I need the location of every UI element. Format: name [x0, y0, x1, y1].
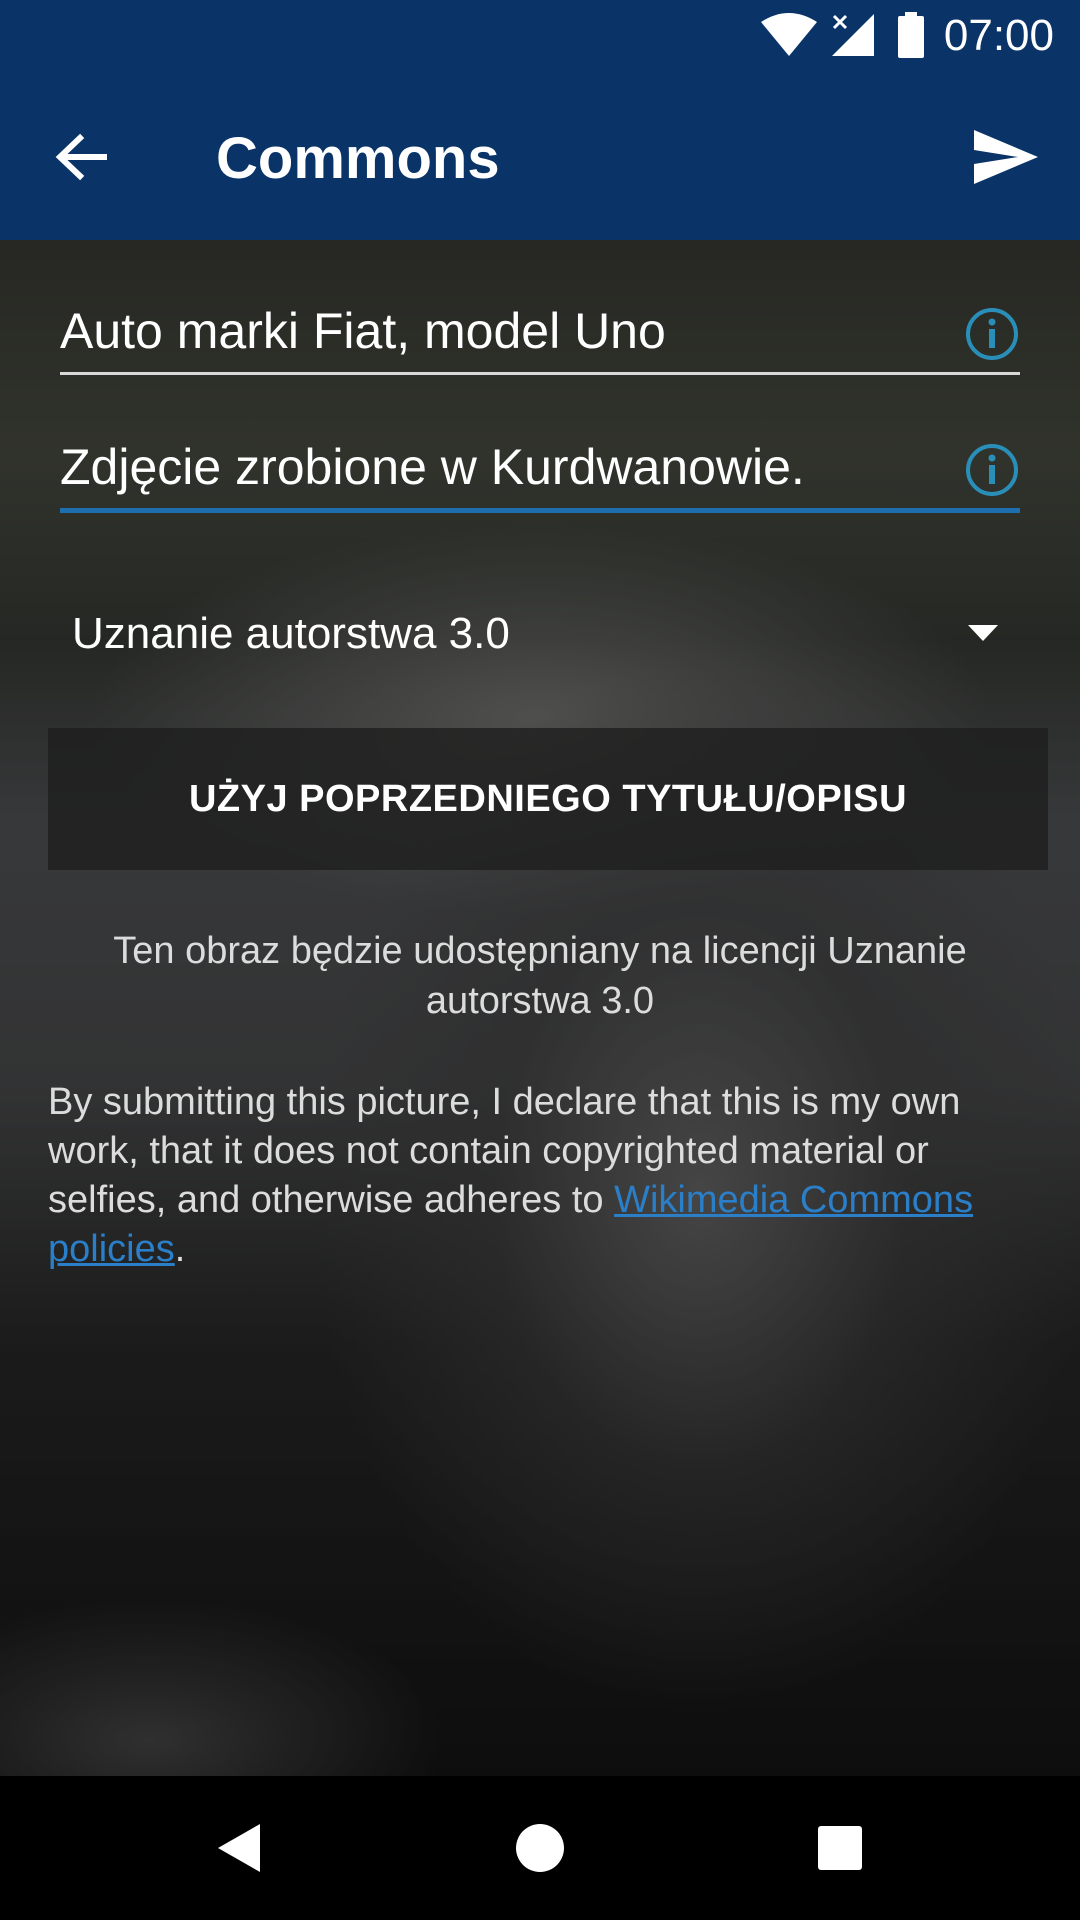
page-title: Commons — [216, 126, 500, 191]
arrow-back-icon[interactable] — [38, 112, 128, 202]
status-bar: 07:00 — [0, 0, 1080, 72]
nav-back-icon[interactable] — [204, 1812, 276, 1884]
description-input[interactable]: Zdjęcie zrobione w Kurdwanowie. — [60, 436, 805, 498]
info-icon[interactable] — [964, 442, 1020, 498]
dropdown-arrow-icon — [968, 625, 998, 641]
declaration-text: By submitting this picture, I declare th… — [48, 1078, 1008, 1274]
license-dropdown[interactable]: Uznanie autorstwa 3.0 — [60, 600, 1000, 670]
screen: 07:00 Commons Auto marki Fiat, model Uno… — [0, 0, 1080, 1920]
use-previous-title-button[interactable]: UŻYJ POPRZEDNIEGO TYTUŁU/OPISU — [48, 728, 1048, 870]
title-underline — [60, 372, 1020, 375]
description-field[interactable]: Zdjęcie zrobione w Kurdwanowie. — [60, 436, 1020, 516]
wifi-icon — [761, 13, 817, 56]
info-icon[interactable] — [964, 306, 1020, 362]
declaration-end: . — [174, 1228, 186, 1270]
title-field[interactable]: Auto marki Fiat, model Uno — [60, 300, 1020, 380]
title-input[interactable]: Auto marki Fiat, model Uno — [60, 300, 666, 362]
description-underline — [60, 508, 1020, 513]
signal-no-data-icon — [832, 14, 874, 56]
nav-recents-icon[interactable] — [804, 1812, 876, 1884]
app-bar: Commons — [0, 72, 1080, 240]
navigation-bar — [0, 1776, 1080, 1920]
upload-form: Auto marki Fiat, model Uno Zdjęcie zrobi… — [0, 240, 1080, 1776]
license-note: Ten obraz będzie udostępniany na licencj… — [113, 930, 967, 1022]
license-selected-value: Uznanie autorstwa 3.0 — [72, 609, 510, 658]
battery-icon — [898, 12, 924, 58]
status-time: 07:00 — [943, 11, 1054, 60]
send-icon[interactable] — [960, 112, 1050, 202]
nav-home-icon[interactable] — [504, 1812, 576, 1884]
